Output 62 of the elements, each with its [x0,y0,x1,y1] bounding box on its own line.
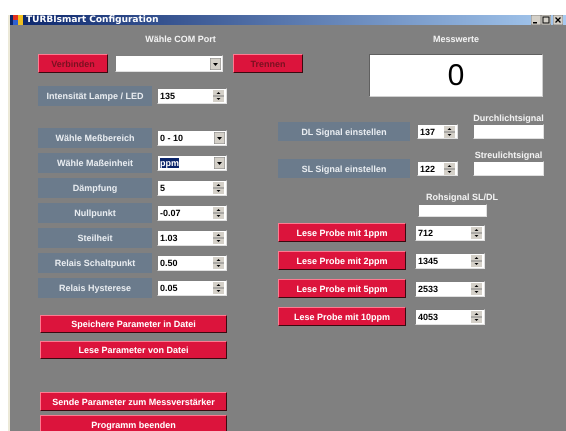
measurement-display: 0 [369,54,543,97]
parameter-spinner[interactable]: 1.03 [157,230,227,246]
spinner-arrows-icon[interactable] [213,257,224,269]
read-sample-button[interactable]: Lese Probe mit 5ppm [278,279,406,298]
signal-field[interactable] [473,161,544,176]
parameter-spinner[interactable]: 0.05 [157,280,227,296]
signal-caption: Streulichtsignal [474,150,542,161]
file-button[interactable]: Speichere Parameter in Datei [40,315,227,333]
parameter-dropdown[interactable]: 0 - 10 [157,130,227,146]
spinner-arrows-icon[interactable] [213,207,224,219]
signal-label: DL Signal einstellen [278,122,410,141]
parameter-spinner[interactable]: 5 [157,180,227,196]
com-port-dropdown[interactable] [115,55,223,72]
minimize-icon[interactable] [531,15,541,25]
dropdown-arrow-icon[interactable] [214,157,225,169]
read-sample-button[interactable]: Lese Probe mit 1ppm [278,223,406,242]
measurement-heading: Messwerte [432,34,480,45]
dropdown-arrow-icon[interactable] [214,132,225,144]
window-title: TURBIsmart Configuration [26,15,160,25]
parameter-label: Steilheit [38,228,152,248]
spinner-arrows-icon[interactable] [213,182,224,194]
app-icon [13,15,23,25]
signal-spinner[interactable]: 122 [417,161,458,176]
spinner-arrows-icon[interactable] [444,126,455,138]
exit-button[interactable]: Programm beenden [40,415,227,431]
maximize-icon[interactable] [541,15,551,25]
spinner-arrows-icon[interactable] [213,232,224,244]
sample-spinner[interactable]: 2533 [415,280,485,296]
dropdown-arrow-icon[interactable] [210,58,221,70]
parameter-dropdown[interactable]: ppm [157,155,227,171]
parameter-label: Nullpunkt [38,203,152,223]
parameter-label: Wähle Meßbereich [38,128,152,148]
spinner-arrows-icon[interactable] [471,226,482,238]
spinner-arrows-icon[interactable] [213,90,224,102]
raw-signal-caption: Rohsignal SL/DL [426,192,498,203]
parameter-label: Wähle Maßeinheit [38,153,152,173]
close-icon[interactable] [553,15,563,25]
parameter-label: Intensität Lampe / LED [38,86,152,106]
send-parameters-button[interactable]: Sende Parameter zum Messverstärker [40,392,227,411]
signal-label: SL Signal einstellen [278,159,410,178]
signal-caption: Durchlichtsignal [473,113,544,124]
parameter-label: Relais Hysterese [38,278,152,298]
sample-spinner[interactable]: 4053 [415,308,485,324]
read-sample-button[interactable]: Lese Probe mit 2ppm [278,251,406,270]
parameter-label: Dämpfung [38,178,152,198]
signal-spinner[interactable]: 137 [417,124,458,139]
spinner-arrows-icon[interactable] [471,282,482,294]
file-button[interactable]: Lese Parameter von Datei [40,341,227,359]
sample-spinner[interactable]: 712 [415,224,485,240]
sample-spinner[interactable]: 1345 [415,252,485,268]
parameter-spinner[interactable]: -0.07 [157,205,227,221]
spinner-arrows-icon[interactable] [471,254,482,266]
parameter-label: Relais Schaltpunkt [38,253,152,273]
parameter-spinner[interactable]: 0.50 [157,255,227,271]
spinner-arrows-icon[interactable] [213,282,224,294]
com-port-heading: Wähle COM Port [144,34,216,45]
spinner-arrows-icon[interactable] [471,310,482,322]
spinner-arrows-icon[interactable] [444,162,455,174]
signal-field[interactable] [473,124,544,139]
read-sample-button[interactable]: Lese Probe mit 10ppm [278,307,406,326]
intensity-spinner[interactable]: 135 [157,88,227,104]
raw-signal-field[interactable] [418,204,487,217]
